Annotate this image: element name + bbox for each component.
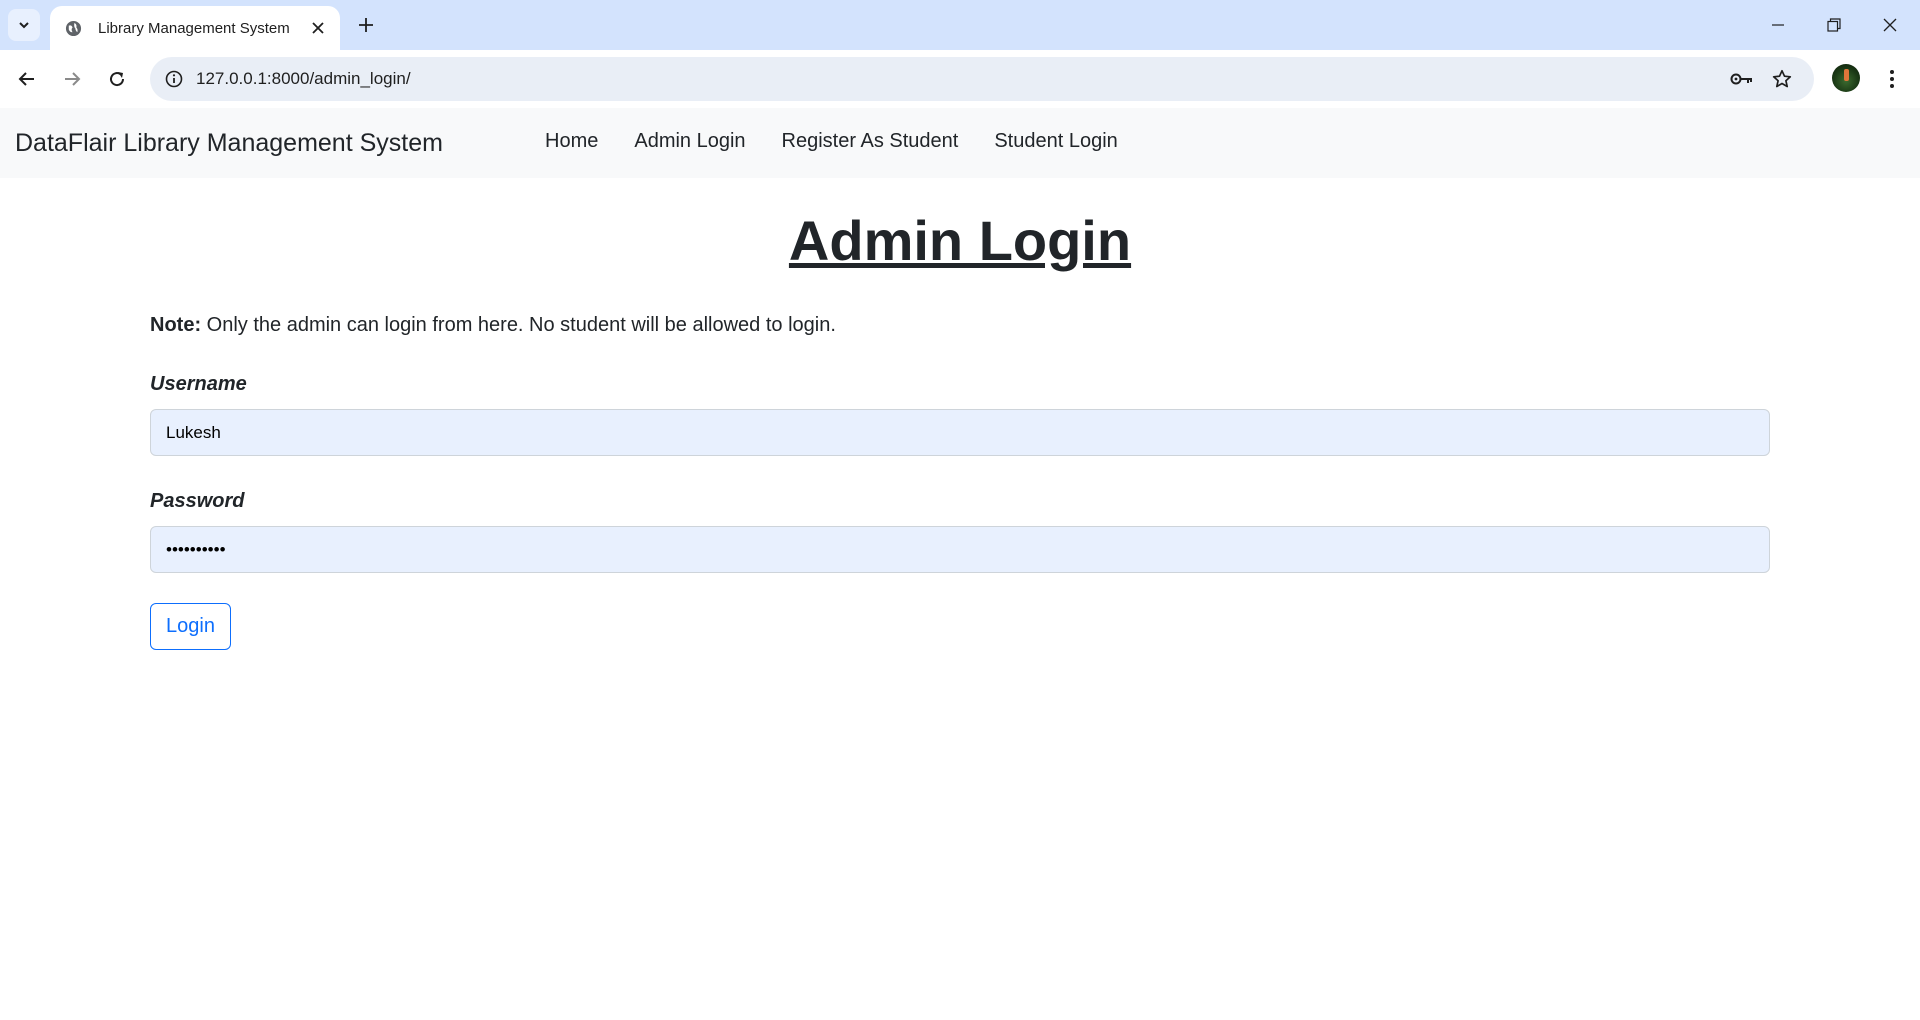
restore-icon	[1827, 18, 1841, 32]
chevron-down-icon	[19, 22, 29, 29]
username-value: Lukesh	[166, 422, 221, 442]
nav-link-register-student[interactable]: Register As Student	[764, 130, 977, 153]
browser-tab[interactable]: Library Management System	[50, 6, 340, 50]
nav-link-home[interactable]: Home	[527, 130, 616, 153]
browser-toolbar: 127.0.0.1:8000/admin_login/	[0, 50, 1920, 108]
plus-icon	[359, 18, 373, 32]
nav-links: Home Admin Login Register As Student Stu…	[527, 130, 1136, 153]
new-tab-button[interactable]	[350, 9, 382, 41]
restore-button[interactable]	[1806, 0, 1862, 50]
password-key-icon[interactable]	[1724, 61, 1760, 97]
minimize-button[interactable]	[1750, 0, 1806, 50]
tab-search-button[interactable]	[8, 9, 40, 41]
username-label: Username	[150, 373, 247, 395]
profile-avatar[interactable]	[1832, 64, 1860, 92]
minimize-icon	[1772, 24, 1784, 26]
reload-button[interactable]	[99, 61, 135, 97]
reload-icon	[110, 72, 125, 87]
browser-tabbar: Library Management System	[0, 0, 1920, 50]
page-title: Admin Login	[788, 209, 1132, 272]
back-button[interactable]	[9, 61, 45, 97]
address-bar[interactable]: 127.0.0.1:8000/admin_login/	[150, 57, 1814, 101]
bookmark-star-icon[interactable]	[1764, 61, 1800, 97]
more-vert-icon	[1890, 70, 1894, 88]
password-value: ••••••••••	[166, 539, 226, 559]
login-note: Note: Only the admin can login from here…	[150, 314, 836, 337]
close-window-button[interactable]	[1862, 0, 1918, 50]
note-label: Note:	[150, 314, 202, 336]
site-navbar: DataFlair Library Management System Home…	[0, 108, 1920, 178]
tab-title: Library Management System	[98, 19, 290, 37]
browser-menu-button[interactable]	[1874, 61, 1910, 97]
forward-button[interactable]	[54, 61, 90, 97]
site-info-icon[interactable]	[154, 59, 194, 99]
url-text[interactable]: 127.0.0.1:8000/admin_login/	[196, 69, 1814, 89]
password-label: Password	[150, 490, 245, 512]
globe-icon	[64, 19, 82, 37]
navbar-brand[interactable]: DataFlair Library Management System	[15, 129, 443, 158]
forward-arrow-icon	[65, 72, 81, 86]
login-button[interactable]: Login	[150, 603, 231, 650]
note-text: Only the admin can login from here. No s…	[201, 314, 836, 336]
password-input[interactable]: ••••••••••	[150, 526, 1770, 573]
nav-link-admin-login[interactable]: Admin Login	[616, 130, 763, 153]
back-arrow-icon	[18, 72, 34, 86]
close-icon	[1883, 18, 1897, 32]
username-input[interactable]: Lukesh	[150, 409, 1770, 456]
nav-link-student-login[interactable]: Student Login	[976, 130, 1135, 153]
close-tab-icon[interactable]	[306, 16, 330, 40]
